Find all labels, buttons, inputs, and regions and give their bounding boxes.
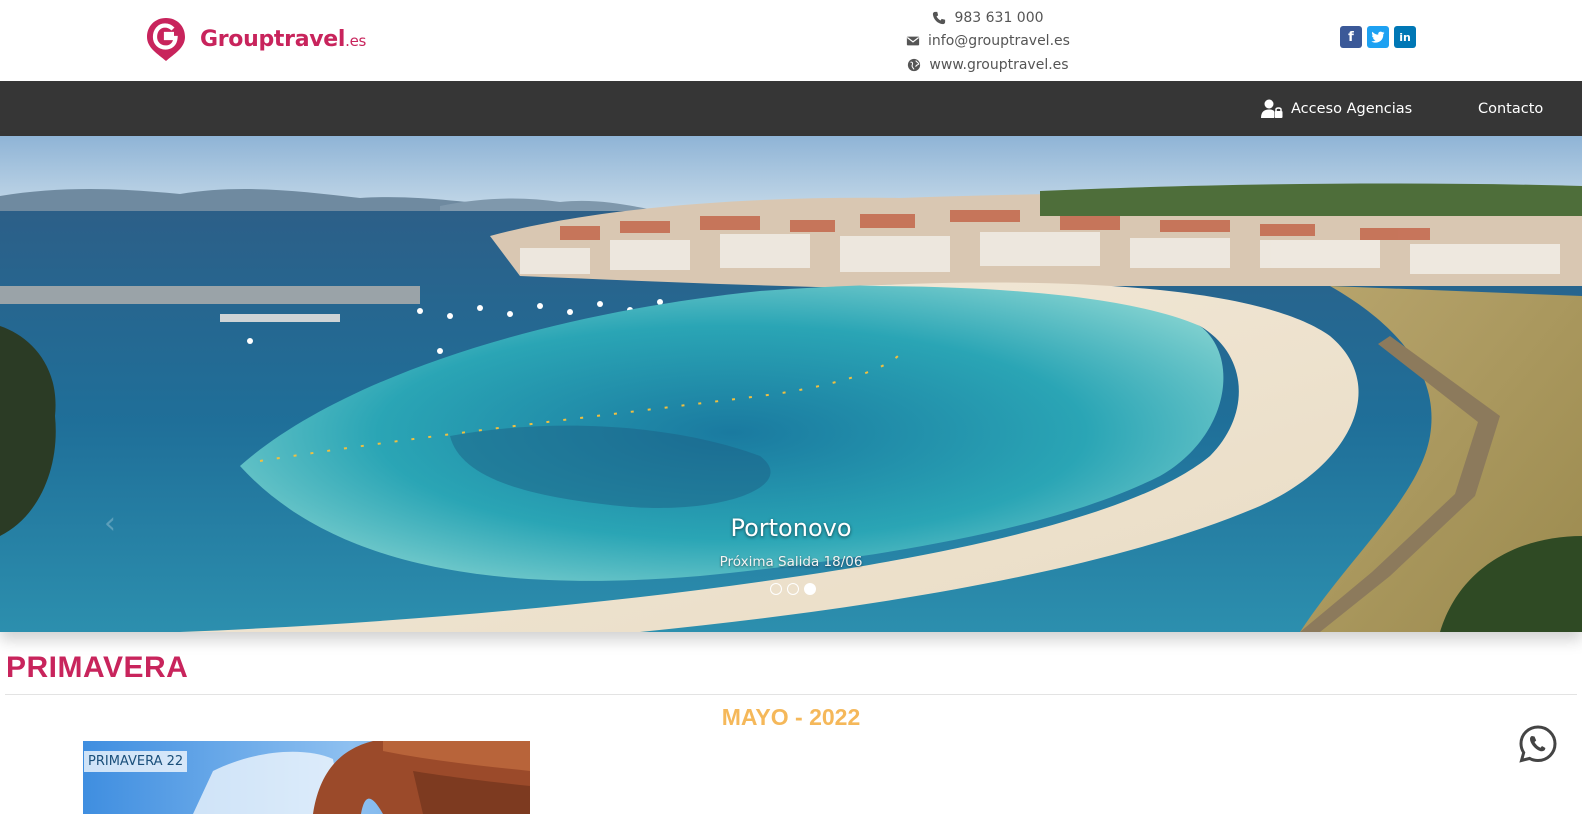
- carousel-indicator-2[interactable]: [787, 583, 799, 595]
- brand-logo[interactable]: Grouptravel.es: [146, 16, 366, 62]
- whatsapp-icon[interactable]: [1518, 724, 1558, 764]
- carousel-indicator-1[interactable]: [770, 583, 782, 595]
- nav-contacto[interactable]: Contacto: [1478, 81, 1543, 136]
- contact-email[interactable]: info@grouptravel.es: [898, 30, 1078, 54]
- twitter-bird-icon: [1371, 31, 1385, 43]
- brand-name: Grouptravel.es: [200, 26, 367, 52]
- carousel-indicators: [770, 583, 816, 595]
- contact-info: 983 631 000 info@grouptravel.es www.grou…: [898, 6, 1078, 77]
- hero-carousel[interactable]: ‹ Portonovo Próxima Salida 18/06: [0, 136, 1582, 632]
- twitter-icon[interactable]: [1367, 26, 1389, 48]
- month-heading: MAYO - 2022: [721, 704, 861, 730]
- linkedin-icon[interactable]: in: [1394, 26, 1416, 48]
- trip-card[interactable]: PRIMAVERA 22: [83, 741, 530, 814]
- envelope-icon: [906, 36, 920, 46]
- carousel-indicator-3[interactable]: [804, 583, 816, 595]
- users-lock-icon: [1261, 99, 1283, 118]
- site-header: Grouptravel.es 983 631 000 info@grouptra…: [0, 0, 1582, 81]
- slide-subtitle: Próxima Salida 18/06: [719, 554, 863, 570]
- section-divider: [5, 694, 1577, 695]
- facebook-icon[interactable]: f: [1340, 26, 1362, 48]
- phone-icon: [933, 11, 946, 24]
- nav-acceso-agencias-label: Acceso Agencias: [1291, 100, 1413, 117]
- contact-phone[interactable]: 983 631 000: [898, 6, 1078, 30]
- main-nav: Acceso Agencias Contacto: [0, 81, 1582, 136]
- section-title: PRIMAVERA: [6, 651, 189, 684]
- nav-acceso-agencias[interactable]: Acceso Agencias: [1261, 81, 1412, 136]
- globe-icon: [908, 58, 921, 71]
- social-links: f in: [1340, 26, 1416, 48]
- brand-logo-mark: [147, 18, 185, 61]
- contact-website[interactable]: www.grouptravel.es: [898, 53, 1078, 77]
- slide-title: Portonovo: [730, 514, 852, 542]
- trip-badge: PRIMAVERA 22: [84, 751, 188, 772]
